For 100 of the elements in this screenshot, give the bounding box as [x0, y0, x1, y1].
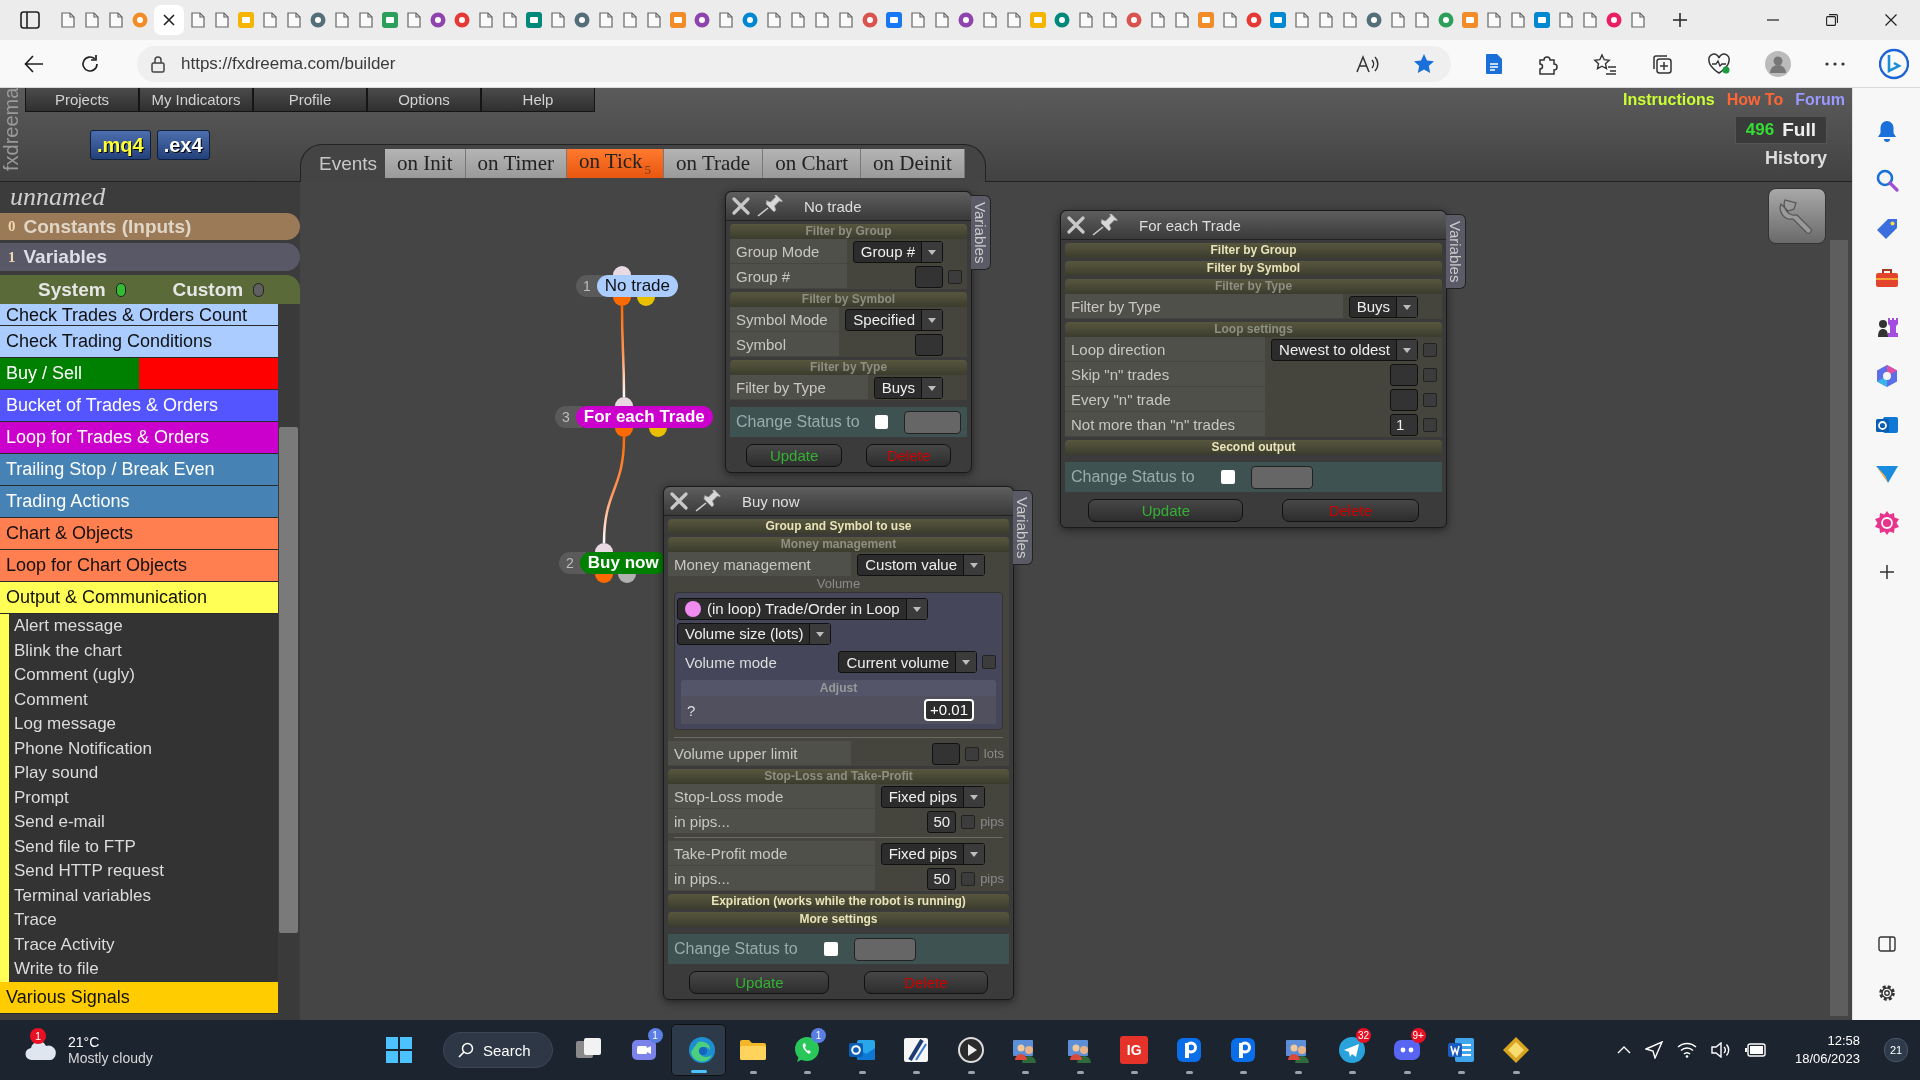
number-field[interactable]: 50: [927, 810, 957, 833]
chevron-up-icon[interactable]: [1616, 1046, 1631, 1054]
tile-logo-icon[interactable]: [670, 12, 686, 28]
dropdown[interactable]: Fixed pips: [880, 842, 985, 865]
hexagon-logo-icon[interactable]: [1874, 363, 1899, 388]
status-field[interactable]: [1251, 465, 1313, 489]
number-field[interactable]: [915, 333, 943, 356]
section-header[interactable]: Expiration (works while the robot is running): [668, 894, 1009, 909]
number-field[interactable]: 1: [1390, 413, 1418, 436]
swirl-logo-icon[interactable]: [1879, 47, 1909, 80]
tile-logo-icon[interactable]: [382, 12, 398, 28]
number-field[interactable]: [915, 265, 943, 288]
page-icon[interactable]: [599, 12, 613, 28]
dropdown[interactable]: Buys: [873, 376, 943, 399]
starburst-logo-icon[interactable]: [1874, 510, 1899, 535]
block-item[interactable]: Phone Notification: [14, 736, 278, 761]
dropdown[interactable]: Buys: [1348, 295, 1418, 318]
category-item[interactable]: Check Trades & Orders Count: [0, 304, 278, 326]
dropdown[interactable]: Newest to oldest: [1271, 338, 1418, 361]
heart-pulse-icon[interactable]: [1707, 52, 1731, 75]
page-icon[interactable]: [551, 12, 565, 28]
wifi-icon[interactable]: [1676, 1042, 1697, 1058]
output-port-icon[interactable]: [615, 428, 633, 437]
menu-button[interactable]: My Indicators: [139, 88, 253, 112]
battery-icon[interactable]: [1744, 1043, 1767, 1057]
page-icon[interactable]: [263, 12, 277, 28]
round-logo-icon[interactable]: [1366, 12, 1382, 28]
round-logo-icon[interactable]: [454, 12, 470, 28]
page-icon[interactable]: [1103, 12, 1117, 28]
section-header[interactable]: Group and Symbol to use: [668, 519, 1009, 534]
page-icon[interactable]: [1343, 12, 1357, 28]
taskbar-button[interactable]: 1: [780, 1024, 835, 1076]
tile-logo-icon[interactable]: [1030, 12, 1046, 28]
round-logo-icon[interactable]: [430, 12, 446, 28]
category-item[interactable]: Loop for Chart Objects: [0, 550, 278, 582]
update-button[interactable]: Update: [689, 971, 830, 994]
update-button[interactable]: Update: [1088, 499, 1244, 522]
section-header[interactable]: Filter by Group: [1065, 243, 1442, 258]
dropdown[interactable]: Volume size (lots): [677, 622, 832, 645]
block-item[interactable]: Write to file: [14, 957, 278, 982]
input-port-icon[interactable]: [615, 397, 633, 406]
block-item[interactable]: Comment: [14, 687, 278, 712]
export-button[interactable]: .mq4: [90, 130, 151, 160]
output-port-icon[interactable]: [595, 574, 613, 583]
checkbox[interactable]: [1423, 392, 1437, 407]
page-icon[interactable]: [1511, 12, 1525, 28]
page-icon[interactable]: [815, 12, 829, 28]
page-icon[interactable]: [1631, 12, 1645, 28]
event-tab[interactable]: on Init: [385, 149, 466, 178]
round-logo-icon[interactable]: [310, 12, 326, 28]
page-icon[interactable]: [791, 12, 805, 28]
reload-icon[interactable]: [80, 53, 100, 74]
page-icon[interactable]: [85, 12, 99, 28]
back-icon[interactable]: [24, 54, 44, 73]
page-icon[interactable]: [647, 12, 661, 28]
dropdown[interactable]: Current volume: [838, 651, 977, 673]
round-logo-icon[interactable]: [574, 12, 590, 28]
location-arrow-icon[interactable]: [1644, 1041, 1663, 1059]
clock-time[interactable]: 12:58: [1827, 1032, 1860, 1050]
round-logo-icon[interactable]: [862, 12, 878, 28]
tab-actions-icon[interactable]: [20, 11, 40, 29]
round-logo-icon[interactable]: [742, 12, 758, 28]
block-item[interactable]: Terminal variables: [14, 883, 278, 908]
page-icon[interactable]: [983, 12, 997, 28]
checkbox[interactable]: [1423, 342, 1437, 357]
tools-button[interactable]: [1768, 188, 1826, 244]
checkbox[interactable]: [961, 814, 976, 829]
round-logo-icon[interactable]: [694, 12, 710, 28]
block-item[interactable]: Trace Activity: [14, 932, 278, 957]
output-port-icon[interactable]: [618, 574, 636, 583]
page-icon[interactable]: [1319, 12, 1333, 28]
document-icon[interactable]: [1485, 52, 1503, 75]
variables-tab[interactable]: Variables: [971, 195, 991, 271]
round-logo-icon[interactable]: [1246, 12, 1262, 28]
variables-tab[interactable]: Variables: [1013, 490, 1033, 566]
tile-logo-icon[interactable]: [1270, 12, 1286, 28]
plus-icon[interactable]: [1878, 563, 1895, 580]
tile-logo-icon[interactable]: [526, 12, 542, 28]
input-port-icon[interactable]: [595, 543, 613, 552]
side-panel-icon[interactable]: [1877, 935, 1896, 952]
close-icon[interactable]: [163, 14, 175, 26]
event-tab[interactable]: on Tick$_{5}$: [566, 149, 665, 178]
round-logo-icon[interactable]: [1054, 12, 1070, 28]
address-field[interactable]: https://fxdreema.com/builder: [137, 45, 1451, 82]
export-button[interactable]: .ex4: [156, 130, 210, 160]
number-field[interactable]: 50: [927, 867, 957, 890]
taskbar-button[interactable]: [671, 1024, 726, 1076]
toggle-switch[interactable]: [253, 282, 264, 297]
input-port-icon[interactable]: [613, 266, 631, 275]
page-icon[interactable]: [479, 12, 493, 28]
category-item[interactable]: Trailing Stop / Break Even: [0, 454, 278, 486]
input-field[interactable]: +0.01: [924, 699, 974, 721]
page-icon[interactable]: [287, 12, 301, 28]
category-item[interactable]: Loop for Trades & Orders: [0, 422, 278, 454]
number-field[interactable]: [1390, 363, 1418, 386]
number-field[interactable]: [1390, 388, 1418, 411]
dropdown[interactable]: (in loop) Trade/Order in Loop: [677, 597, 928, 620]
header-link[interactable]: Instructions: [1623, 91, 1715, 109]
event-tab[interactable]: on Deinit: [861, 149, 965, 178]
page-icon[interactable]: [1415, 12, 1429, 28]
